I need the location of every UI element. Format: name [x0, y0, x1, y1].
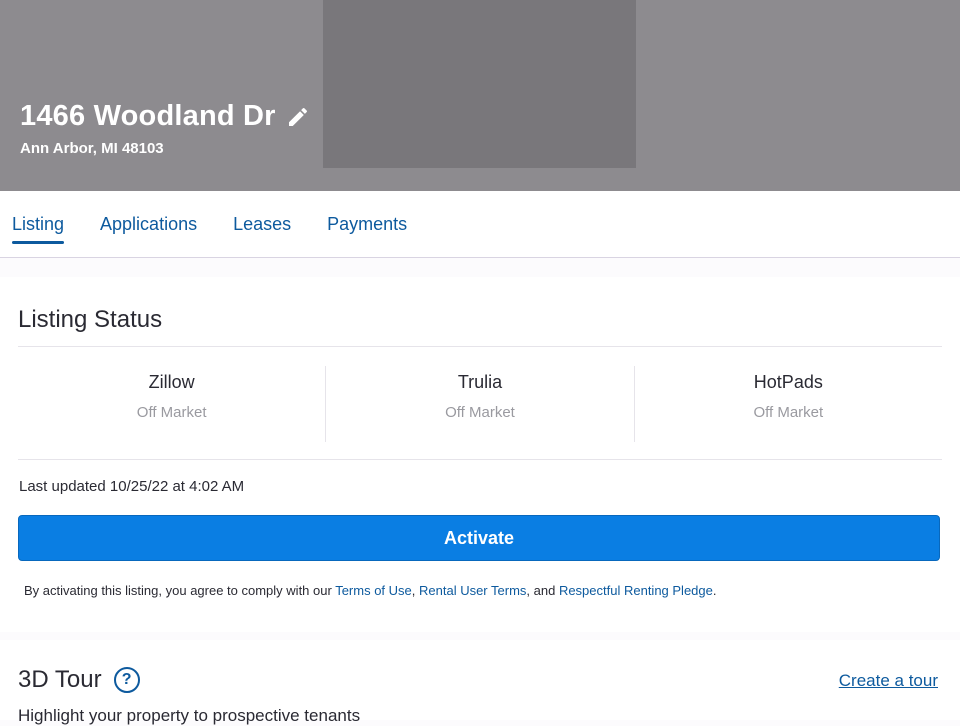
site-status: Off Market [136, 404, 207, 421]
agreement-text: By activating this listing, you agree to… [24, 583, 717, 598]
status-hotpads: HotPads Off Market [633, 366, 942, 442]
help-icon[interactable]: ? [113, 667, 140, 693]
site-status: Off Market [445, 404, 515, 421]
tour-title-row: 3D Tour ? [18, 666, 140, 694]
tab-applications[interactable]: Applications [100, 191, 197, 257]
site-name: Trulia [457, 372, 503, 392]
divider [18, 346, 942, 347]
syndication-status-row: Zillow Off Market Trulia Off Market HotP… [18, 366, 942, 442]
status-zillow: Zillow Off Market [18, 366, 325, 442]
listing-status-title: Listing Status [18, 306, 163, 333]
pencil-icon[interactable] [286, 105, 310, 129]
tab-leases[interactable]: Leases [233, 191, 291, 257]
tour-title: 3D Tour [18, 666, 102, 693]
tab-listing[interactable]: Listing [12, 191, 65, 257]
last-updated-text: Last updated 10/25/22 at 4:02 AM [19, 478, 245, 495]
terms-of-use-link[interactable]: Terms of Use [335, 583, 412, 598]
activate-button[interactable]: Activate [18, 515, 940, 561]
site-name: HotPads [753, 372, 823, 392]
agreement-suffix: . [712, 583, 717, 598]
tab-payments[interactable]: Payments [327, 191, 407, 257]
site-name: Zillow [148, 372, 195, 392]
agreement-sep: , and [526, 583, 559, 598]
rental-user-terms-link[interactable]: Rental User Terms [419, 583, 526, 598]
listing-status-card: Listing Status Zillow Off Market Trulia … [0, 277, 960, 632]
property-address: 1466 Woodland Dr [20, 100, 276, 132]
respectful-renting-pledge-link[interactable]: Respectful Renting Pledge [559, 583, 713, 598]
address-title-row: 1466 Woodland Dr [20, 100, 310, 133]
property-tabs: Listing Applications Leases Payments [0, 191, 960, 258]
tour-card: 3D Tour ? Create a tour Highlight your p… [0, 640, 960, 725]
divider [18, 459, 942, 460]
agreement-sep: , [411, 583, 419, 598]
property-header: 1466 Woodland Dr Ann Arbor, MI 48103 [0, 0, 960, 191]
property-city: Ann Arbor, MI 48103 [20, 140, 164, 157]
tour-subtitle: Highlight your property to prospective t… [18, 706, 361, 725]
status-trulia: Trulia Off Market [325, 366, 633, 442]
create-tour-link[interactable]: Create a tour [839, 671, 938, 691]
site-status: Off Market [753, 404, 824, 421]
agreement-prefix: By activating this listing, you agree to… [24, 583, 336, 598]
property-photo [323, 0, 636, 168]
